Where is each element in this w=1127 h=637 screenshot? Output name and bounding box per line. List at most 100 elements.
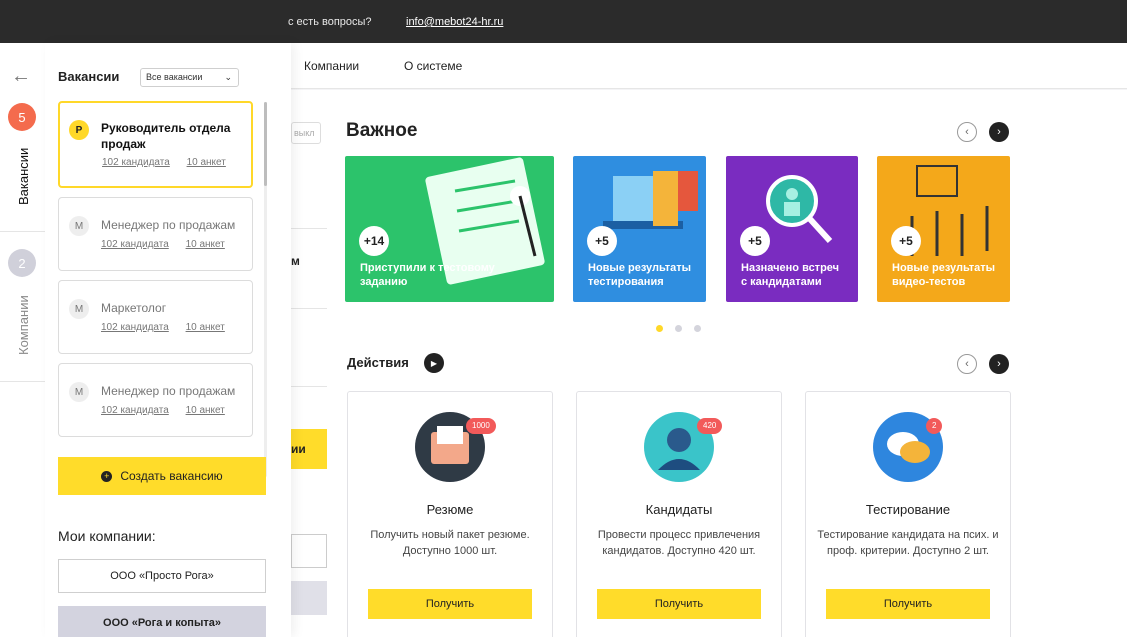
button-fragment[interactable]: ии (291, 429, 327, 469)
vacancies-panel: Вакансии Все вакансии ⌄ Р Руководитель о… (45, 43, 291, 637)
vacancy-name: Менеджер по продажам (101, 384, 236, 398)
get-resume-button[interactable]: Получить (368, 589, 532, 619)
vacancy-avatar: М (69, 216, 89, 236)
actions-play-button[interactable]: ▶ (424, 353, 444, 373)
carousel-dot[interactable] (675, 325, 682, 332)
vacancy-avatar: Р (69, 120, 89, 140)
vacancy-name: Маркетолог (101, 301, 167, 315)
create-vacancy-label: Создать вакансию (120, 469, 223, 483)
important-prev-button[interactable]: ‹ (957, 122, 977, 142)
action-card-testing: 2 Тестирование Тестирование кандидата на… (805, 391, 1011, 637)
get-testing-button[interactable]: Получить (826, 589, 990, 619)
chevron-right-icon: › (997, 126, 1001, 138)
get-candidates-button[interactable]: Получить (597, 589, 761, 619)
divider (0, 231, 45, 232)
divider (291, 386, 327, 387)
important-card-video-tests[interactable]: +5 Новые результаты видео-тестов (877, 156, 1010, 302)
my-companies-heading: Мои компании: (58, 528, 156, 544)
input-fragment[interactable] (291, 534, 327, 568)
chevron-down-icon: ⌄ (224, 72, 232, 82)
card-text: Новые результаты тестирования (588, 262, 692, 288)
vacancy-list: Р Руководитель отдела продаж 102 кандида… (58, 100, 256, 480)
action-title: Кандидаты (645, 502, 713, 517)
filter-value: Все вакансии (146, 72, 203, 82)
action-description: Провести процесс привлечения кандидатов.… (597, 529, 761, 557)
candidates-link[interactable]: 102 кандидата (101, 405, 169, 416)
vacancies-count-badge: 5 (8, 103, 36, 131)
action-description: Тестирование кандидата на псих. и проф. … (817, 529, 999, 557)
vacancy-item[interactable]: М Маркетолог 102 кандидата 10 анкет (58, 280, 253, 354)
card-text: Новые результаты видео-тестов (892, 262, 996, 288)
card-count-badge: +14 (359, 226, 389, 256)
support-email-link[interactable]: info@mebot24-hr.ru (406, 16, 503, 28)
label-fragment: м (291, 254, 300, 268)
vacancy-item[interactable]: М Менеджер по продажам 102 кандидата 10 … (58, 197, 253, 271)
action-title: Резюме (426, 502, 474, 517)
company-button[interactable]: ООО «Просто Рога» (58, 559, 266, 593)
count-badge: 1000 (466, 418, 496, 434)
card-text: Назначено встреч с кандидатами (741, 262, 840, 288)
divider (0, 381, 45, 382)
action-title: Тестирование (865, 502, 951, 517)
chevron-left-icon: ‹ (965, 358, 969, 370)
chevron-right-icon: › (997, 358, 1001, 370)
vacancy-name: Менеджер по продажам (101, 218, 236, 232)
candidates-link[interactable]: 102 кандидата (101, 239, 169, 250)
panel-title: Вакансии (58, 69, 120, 84)
vacancy-item[interactable]: М Менеджер по продажам 102 кандидата 10 … (58, 363, 253, 437)
divider (291, 308, 327, 309)
important-card-test-task[interactable]: +14 Приступили к тестовому заданию (345, 156, 554, 302)
divider (291, 228, 327, 229)
vacancy-links: 102 кандидата 10 анкет (101, 405, 239, 416)
card-count-badge: +5 (891, 226, 921, 256)
back-arrow-icon[interactable]: ← (11, 65, 31, 88)
vacancy-name: Руководитель отдела продаж (101, 121, 231, 151)
actions-prev-button[interactable]: ‹ (957, 354, 977, 374)
chevron-left-icon: ‹ (965, 126, 969, 138)
forms-link[interactable]: 10 анкет (186, 239, 225, 250)
carousel-dots (656, 325, 701, 332)
action-card-resume: 1000 Резюме Получить новый пакет резюме.… (347, 391, 553, 637)
action-description: Получить новый пакет резюме. Доступно 10… (370, 529, 530, 557)
forms-link[interactable]: 10 анкет (186, 322, 225, 333)
button-fragment[interactable] (291, 581, 327, 615)
candidates-link[interactable]: 102 кандидата (101, 322, 169, 333)
actions-title: Действия (347, 355, 409, 370)
important-card-meetings[interactable]: +5 Назначено встреч с кандидатами (726, 156, 858, 302)
important-next-button[interactable]: › (989, 122, 1009, 142)
plus-icon: + (101, 470, 113, 482)
candidates-link[interactable]: 102 кандидата (102, 157, 170, 168)
nav-about[interactable]: О системе (404, 59, 462, 73)
vacancy-item[interactable]: Р Руководитель отдела продаж 102 кандида… (58, 101, 253, 188)
important-title: Важное (346, 120, 418, 141)
vacancy-filter-select[interactable]: Все вакансии ⌄ (140, 68, 239, 87)
vacancy-links: 102 кандидата 10 анкет (101, 322, 239, 333)
count-badge: 420 (697, 418, 723, 434)
create-vacancy-button[interactable]: + Создать вакансию (58, 457, 266, 495)
questions-text: с есть вопросы? (288, 16, 372, 28)
carousel-dot[interactable] (694, 325, 701, 332)
toggle-fragment[interactable]: выкл (291, 122, 321, 144)
vacancy-links: 102 кандидата 10 анкет (102, 157, 240, 168)
vacancy-avatar: М (69, 299, 89, 319)
important-card-test-results[interactable]: +5 Новые результаты тестирования (573, 156, 706, 302)
forms-link[interactable]: 10 анкет (186, 405, 225, 416)
companies-count-badge: 2 (8, 249, 36, 277)
vacancy-links: 102 кандидата 10 анкет (101, 239, 239, 250)
rail-tab-vacancies[interactable]: Вакансии (16, 148, 31, 205)
nav-companies[interactable]: Компании (304, 59, 359, 73)
card-text: Приступили к тестовому заданию (360, 262, 495, 288)
company-button[interactable]: ООО «Рога и копыта» (58, 606, 266, 637)
action-card-candidates: 420 Кандидаты Провести процесс привлечен… (576, 391, 782, 637)
card-count-badge: +5 (587, 226, 617, 256)
scrollbar-thumb[interactable] (264, 102, 267, 186)
top-bar: с есть вопросы? info@mebot24-hr.ru (0, 0, 1127, 43)
carousel-dot[interactable] (656, 325, 663, 332)
rail-tab-companies[interactable]: Компании (16, 295, 31, 355)
vacancy-list-scrollbar[interactable] (264, 102, 267, 477)
actions-next-button[interactable]: › (989, 354, 1009, 374)
card-count-badge: +5 (740, 226, 770, 256)
forms-link[interactable]: 10 анкет (187, 157, 226, 168)
left-rail: ← 5 Вакансии 2 Компании (0, 43, 45, 637)
play-icon: ▶ (430, 358, 438, 368)
